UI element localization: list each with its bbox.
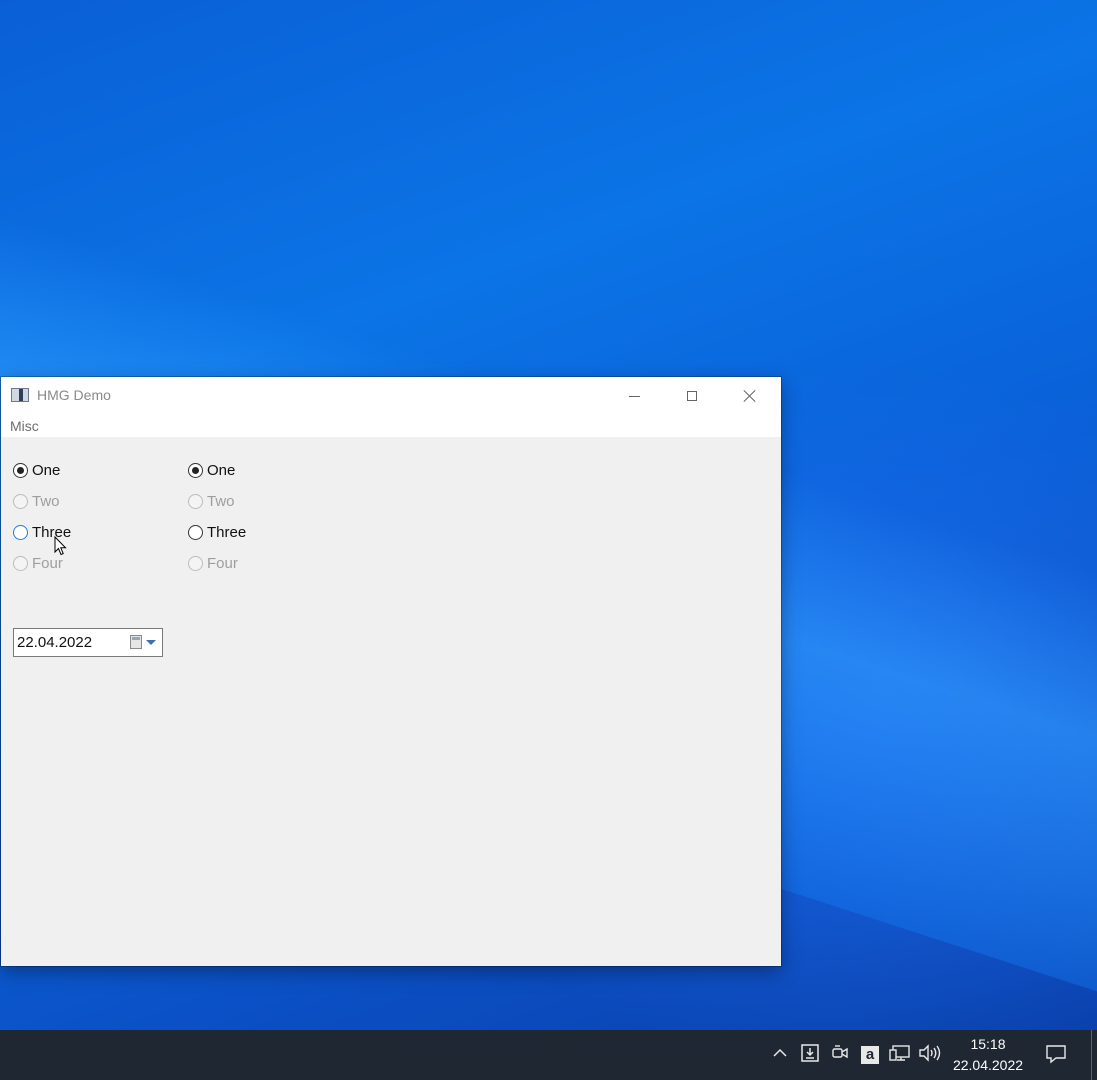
taskbar: a 15:18 22.04.2022	[0, 1030, 1097, 1080]
radio-circle-icon	[13, 493, 28, 509]
radio-label: Two	[32, 492, 60, 510]
radio-label: One	[32, 461, 61, 479]
minimize-button[interactable]	[605, 377, 663, 415]
radio-circle-icon	[188, 524, 203, 540]
chevron-down-icon	[146, 640, 156, 645]
date-value: 22.04.2022	[17, 634, 93, 651]
radio-left-one[interactable]: One	[13, 460, 60, 480]
radio-circle-icon	[188, 555, 203, 571]
radio-label: One	[207, 461, 236, 479]
minimize-icon	[628, 395, 640, 397]
chevron-up-icon[interactable]	[770, 1044, 790, 1064]
download-icon[interactable]	[800, 1044, 820, 1067]
window-title: HMG Demo	[37, 387, 111, 403]
radio-label: Four	[207, 554, 238, 572]
app-a-icon[interactable]: a	[860, 1044, 880, 1064]
menu-misc[interactable]: Misc	[10, 418, 39, 434]
maximize-button[interactable]	[663, 377, 721, 415]
radio-circle-icon	[188, 462, 203, 478]
radio-right-three[interactable]: Three	[188, 522, 246, 542]
meet-now-icon[interactable]	[830, 1044, 850, 1067]
radio-circle-icon	[13, 555, 28, 571]
network-icon[interactable]	[889, 1044, 911, 1067]
clock-date: 22.04.2022	[952, 1057, 1024, 1073]
app-icon	[11, 388, 29, 402]
notifications-icon[interactable]	[1043, 1044, 1069, 1069]
radio-label: Three	[207, 523, 247, 541]
taskbar-clock[interactable]: 15:18 22.04.2022	[950, 1034, 1026, 1076]
radio-label: Four	[32, 554, 63, 572]
close-icon	[743, 389, 757, 403]
radio-label: Two	[207, 492, 235, 510]
radio-right-two[interactable]: Two	[188, 491, 235, 511]
app-window: HMG Demo Misc One Two Three Four One Two	[1, 377, 781, 966]
date-picker[interactable]: 22.04.2022	[13, 628, 163, 657]
close-button[interactable]	[721, 377, 779, 415]
volume-icon[interactable]	[918, 1044, 942, 1067]
radio-left-four[interactable]: Four	[13, 553, 63, 573]
radio-right-one[interactable]: One	[188, 460, 235, 480]
mouse-cursor-icon	[54, 536, 67, 556]
calendar-icon	[130, 635, 142, 649]
radio-left-two[interactable]: Two	[13, 491, 60, 511]
radio-circle-icon	[188, 493, 203, 509]
clock-time: 15:18	[970, 1036, 1006, 1052]
menu-bar: Misc	[1, 415, 781, 437]
maximize-icon	[687, 391, 697, 401]
radio-circle-icon	[13, 524, 28, 540]
show-desktop-button[interactable]	[1091, 1030, 1092, 1080]
radio-circle-icon	[13, 462, 28, 478]
title-bar[interactable]: HMG Demo	[1, 377, 781, 415]
date-dropdown-button[interactable]	[128, 633, 160, 653]
radio-right-four[interactable]: Four	[188, 553, 238, 573]
